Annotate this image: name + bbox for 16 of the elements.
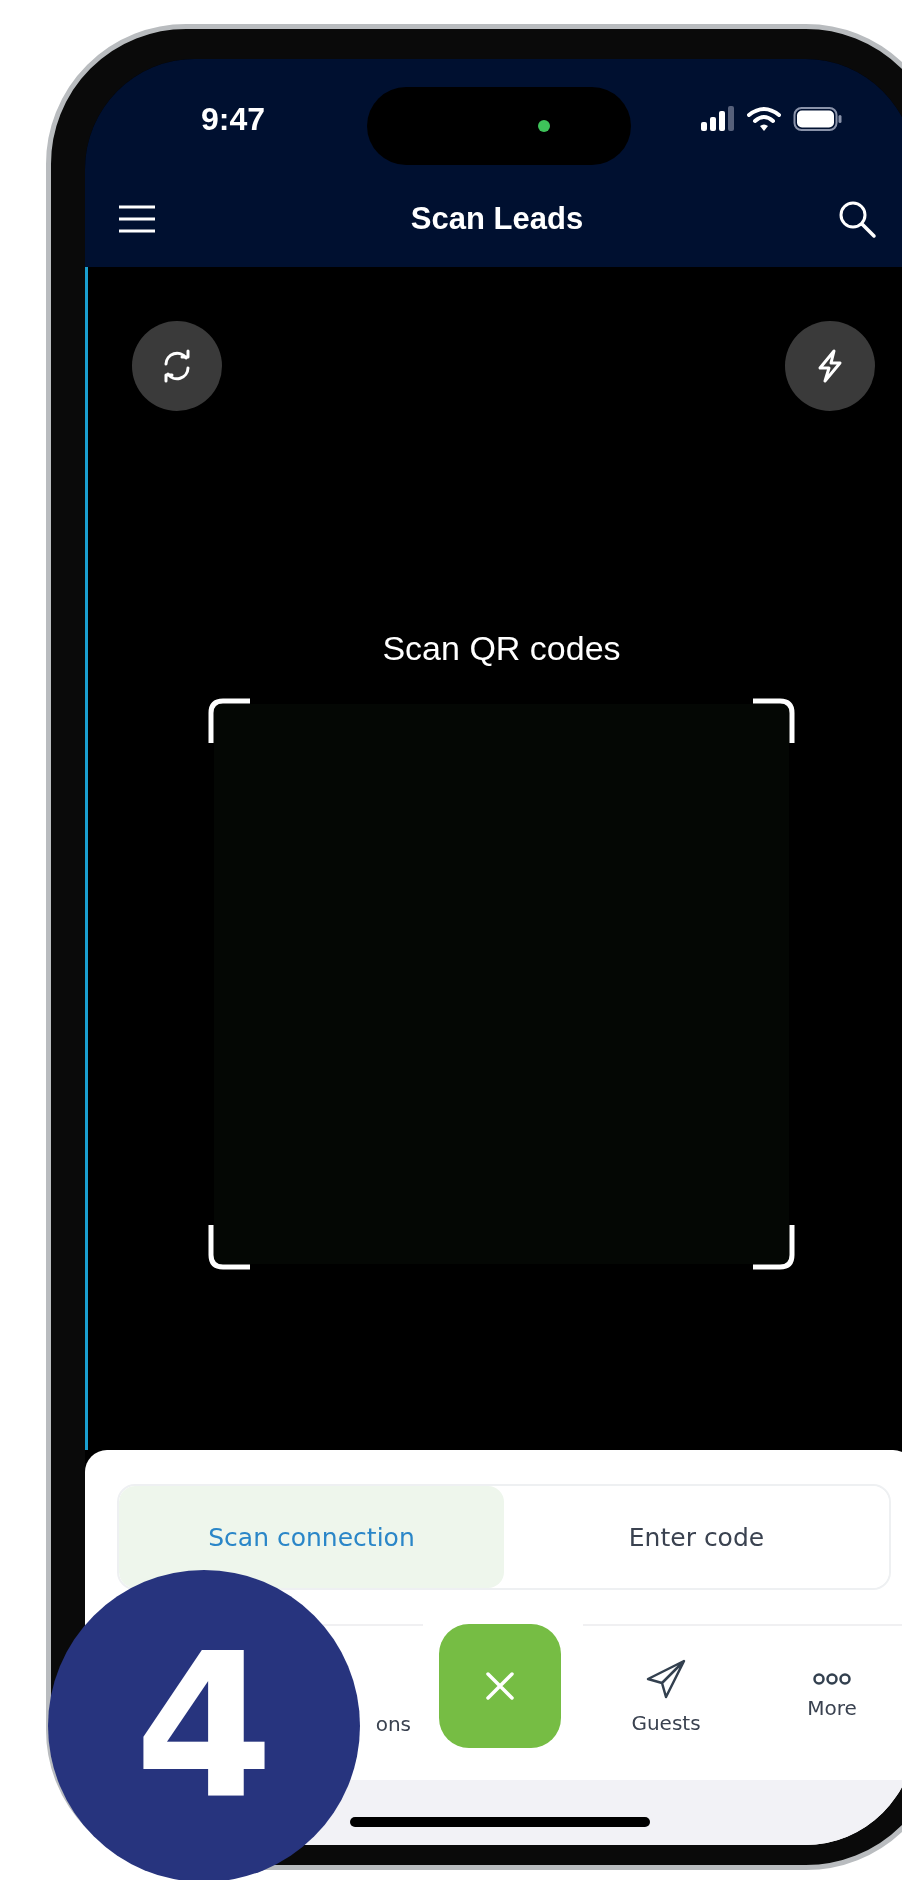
paper-plane-icon[interactable] [644, 1657, 688, 1701]
battery-icon [793, 106, 843, 132]
mode-tab[interactable]: Scan connection [119, 1486, 504, 1588]
menu-icon[interactable] [117, 203, 157, 235]
scan-prompt: Scan QR codes [382, 629, 621, 668]
more-icon[interactable] [813, 1672, 851, 1686]
search-icon[interactable] [837, 199, 877, 239]
signal-icon [701, 106, 735, 132]
close-icon [483, 1669, 517, 1703]
tab-label[interactable]: Guests [631, 1711, 701, 1735]
status-time: 9:47 [201, 100, 266, 138]
screen-title: Scan Leads [410, 201, 584, 237]
tab-label[interactable]: More [807, 1696, 857, 1720]
wifi-icon [747, 106, 781, 132]
camera-indicator-icon [538, 120, 550, 132]
tab-label[interactable]: ons [375, 1712, 411, 1736]
